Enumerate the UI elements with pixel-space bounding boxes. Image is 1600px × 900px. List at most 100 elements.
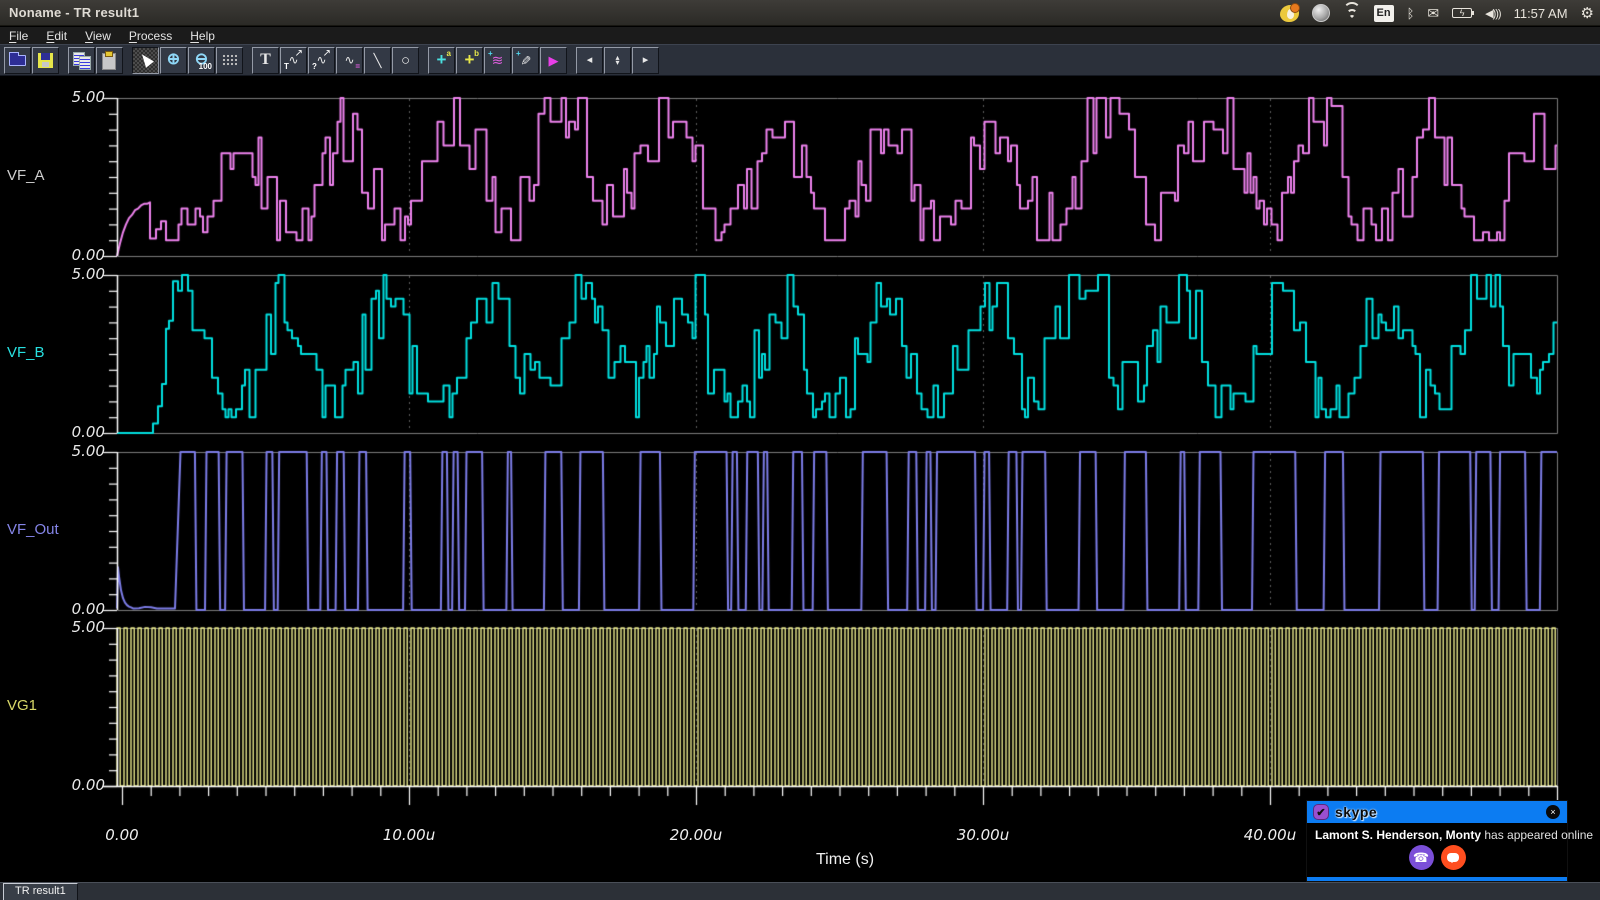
grid-icon bbox=[222, 54, 237, 66]
waves-icon: ≋ bbox=[492, 53, 504, 67]
y-tick-label: 0.00 bbox=[5, 600, 105, 618]
curve-arrow-icon bbox=[288, 52, 298, 68]
signal-label-vf-out: VF_Out bbox=[7, 521, 59, 538]
copy-icon bbox=[73, 52, 91, 69]
chat-bubble-icon bbox=[1447, 853, 1459, 862]
close-icon[interactable]: × bbox=[1546, 805, 1560, 819]
paste-button[interactable] bbox=[96, 47, 123, 74]
x-tick-label: 10.00u bbox=[383, 826, 435, 844]
folder-open-icon bbox=[9, 55, 26, 66]
clock-label: 11:57 AM bbox=[1514, 6, 1568, 21]
skype-logo: skype bbox=[1335, 804, 1377, 820]
select-cursor-button[interactable] bbox=[132, 47, 159, 74]
probe-add-button[interactable]: ✎+ bbox=[512, 47, 539, 74]
signal-label-vg1: VG1 bbox=[7, 697, 37, 714]
axis-cross-icon: + bbox=[437, 51, 447, 68]
y-tick-label: 5.00 bbox=[5, 442, 105, 460]
cursor-icon bbox=[138, 51, 154, 67]
axis-a-button-badge: a bbox=[447, 50, 451, 58]
skype-notification-header[interactable]: ✔ skype × bbox=[1307, 801, 1567, 823]
menu-help[interactable]: Help bbox=[181, 29, 224, 43]
curve-query-button[interactable]: ? bbox=[308, 47, 335, 74]
arrow-updown-icon: ▴▾ bbox=[615, 55, 619, 65]
curve-equation-button[interactable]: = bbox=[336, 47, 363, 74]
save-button[interactable] bbox=[32, 47, 59, 74]
skype-status-text: has appeared online bbox=[1481, 828, 1593, 842]
signal-label-vf-b: VF_B bbox=[7, 344, 45, 361]
text-button[interactable]: T bbox=[252, 47, 279, 74]
chat-button[interactable] bbox=[1441, 845, 1466, 870]
y-tick-label: 0.00 bbox=[5, 423, 105, 441]
menu-process[interactable]: Process bbox=[120, 29, 181, 43]
indicator-knob-icon[interactable] bbox=[1312, 4, 1330, 22]
skype-actions: ☎ bbox=[1307, 845, 1567, 870]
y-tick-label: 5.00 bbox=[5, 265, 105, 283]
skype-tray-icon[interactable] bbox=[1280, 5, 1299, 22]
keyboard-layout-badge[interactable]: En bbox=[1374, 5, 1394, 22]
toolbar: ⊕⊖100TT?=╲○+a+b≋+✎+▶◂▴▾▸ bbox=[0, 44, 1600, 76]
nav-left-button[interactable]: ◂ bbox=[576, 47, 603, 74]
curves-add-button[interactable]: ≋+ bbox=[484, 47, 511, 74]
axis-b-button-badge: b bbox=[474, 50, 479, 58]
curve-equation-button-badge: = bbox=[355, 63, 360, 71]
y-tick-label: 5.00 bbox=[5, 618, 105, 636]
grid-button[interactable] bbox=[216, 47, 243, 74]
zoom-100-button[interactable]: ⊖100 bbox=[188, 47, 215, 74]
x-tick-label: 0.00 bbox=[105, 826, 138, 844]
circle-button[interactable]: ○ bbox=[392, 47, 419, 74]
paste-icon bbox=[101, 52, 119, 69]
nav-right-button[interactable]: ▸ bbox=[632, 47, 659, 74]
call-button[interactable]: ☎ bbox=[1409, 845, 1434, 870]
waveform-plot-canvas[interactable] bbox=[0, 0, 1600, 900]
probe-add-button-badge: + bbox=[516, 50, 521, 58]
curve-arrow-icon bbox=[316, 52, 326, 68]
zoom-100-button-badge: 100 bbox=[199, 63, 212, 71]
line-icon: ╲ bbox=[374, 54, 382, 67]
x-tick-label: 40.00u bbox=[1244, 826, 1296, 844]
wifi-icon[interactable] bbox=[1343, 7, 1361, 20]
menu-view[interactable]: View bbox=[76, 29, 120, 43]
application-window: VF_A5.000.00VF_B5.000.00VF_Out5.000.00VG… bbox=[0, 0, 1600, 900]
x-tick-label: 30.00u bbox=[957, 826, 1009, 844]
run-button[interactable]: ▶ bbox=[540, 47, 567, 74]
result-tab[interactable]: TR result1 bbox=[3, 883, 78, 900]
zoom-in-button[interactable]: ⊕ bbox=[160, 47, 187, 74]
top-panel: Noname - TR result1 En ᛒ ✉ ϟ ◀))) 11:57 AM ⚙ bbox=[0, 0, 1600, 26]
axis-a-button[interactable]: +a bbox=[428, 47, 455, 74]
x-axis-title: Time (s) bbox=[816, 851, 874, 869]
y-tick-label: 0.00 bbox=[5, 246, 105, 264]
bluetooth-icon[interactable]: ᛒ bbox=[1407, 6, 1415, 21]
arrow-left-icon: ◂ bbox=[587, 55, 593, 66]
axis-b-button[interactable]: +b bbox=[456, 47, 483, 74]
line-button[interactable]: ╲ bbox=[364, 47, 391, 74]
open-file-button[interactable] bbox=[4, 47, 31, 74]
nav-updown-button[interactable]: ▴▾ bbox=[604, 47, 631, 74]
x-tick-label: 20.00u bbox=[670, 826, 722, 844]
volume-icon[interactable]: ◀))) bbox=[1485, 7, 1500, 20]
skype-contact-name: Lamont S. Henderson, Monty bbox=[1315, 828, 1481, 842]
curve-label-button[interactable]: T bbox=[280, 47, 307, 74]
y-tick-label: 0.00 bbox=[5, 776, 105, 794]
mail-icon[interactable]: ✉ bbox=[1427, 5, 1439, 22]
copy-button[interactable] bbox=[68, 47, 95, 74]
menu-edit[interactable]: Edit bbox=[37, 29, 76, 43]
skype-check-icon: ✔ bbox=[1313, 804, 1329, 820]
status-bar: TR result1 bbox=[0, 882, 1600, 900]
curves-add-button-badge: + bbox=[488, 50, 493, 58]
save-icon bbox=[38, 53, 53, 68]
skype-footer-bar bbox=[1307, 877, 1567, 881]
session-gear-icon[interactable]: ⚙ bbox=[1581, 4, 1594, 22]
menu-file[interactable]: File bbox=[0, 29, 37, 43]
battery-icon[interactable]: ϟ bbox=[1452, 8, 1472, 18]
circle-icon: ○ bbox=[401, 53, 410, 68]
axis-cross-icon: + bbox=[465, 51, 475, 68]
text-icon: T bbox=[260, 52, 271, 68]
curve-equals-icon bbox=[344, 52, 354, 68]
skype-message: Lamont S. Henderson, Monty has appeared … bbox=[1307, 823, 1567, 842]
zoom-in-icon: ⊕ bbox=[167, 52, 180, 68]
play-icon: ▶ bbox=[549, 54, 559, 67]
window-title: Noname - TR result1 bbox=[0, 5, 139, 20]
curve-query-button-badge: ? bbox=[312, 63, 317, 71]
arrow-right-icon: ▸ bbox=[643, 55, 649, 66]
y-tick-label: 5.00 bbox=[5, 88, 105, 106]
